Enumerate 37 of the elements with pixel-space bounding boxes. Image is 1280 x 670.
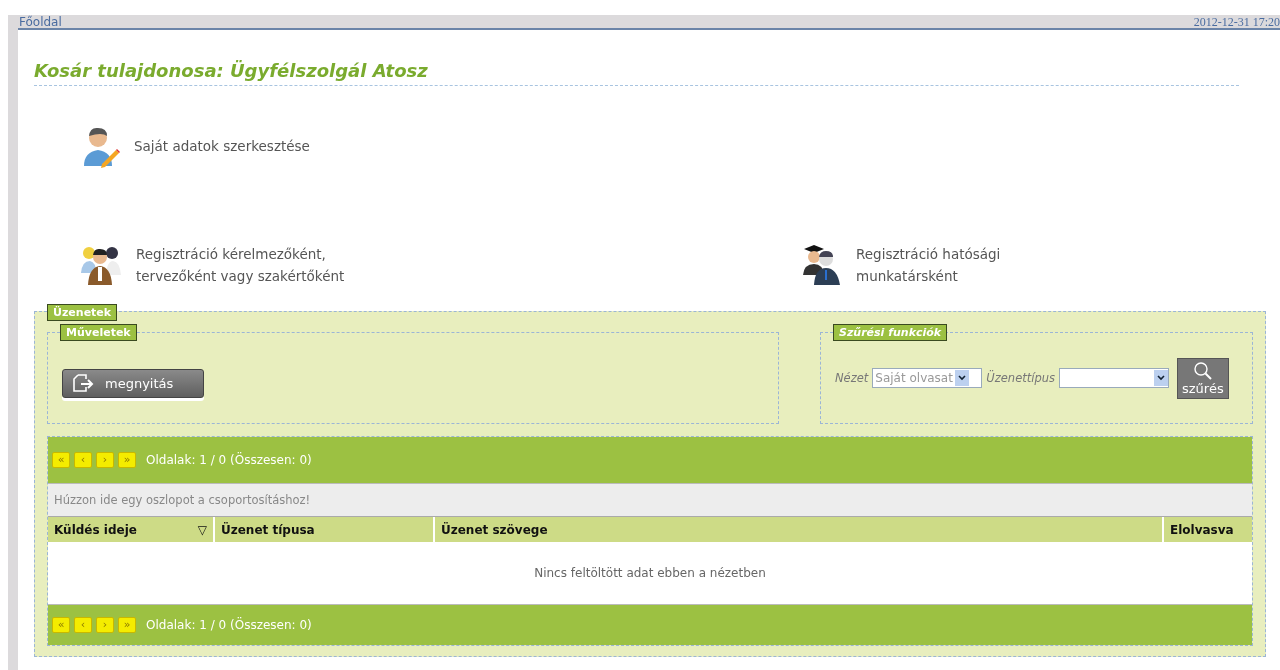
caret-icon <box>1154 370 1168 386</box>
empty-message: Nincs feltöltött adat ebben a nézetben <box>534 566 766 580</box>
column-header[interactable]: Küldés ideje ▽ <box>48 517 213 542</box>
pager-button[interactable]: « <box>52 617 70 633</box>
pager-button[interactable]: › <box>96 452 114 468</box>
pager-button[interactable]: ‹ <box>74 452 92 468</box>
open-icon <box>73 374 95 392</box>
filter-icon[interactable]: ▽ <box>197 522 207 537</box>
field-label: Üzenettípus <box>986 371 1055 385</box>
field-label: Nézet <box>835 371 869 385</box>
panel-legend: Üzenetek <box>47 304 118 321</box>
page-title: Kosár tulajdonosa: Ügyfélszolgál Atosz <box>34 60 1239 86</box>
type-dropdown[interactable] <box>1059 368 1169 388</box>
panel-legend: Szűrési funkciók <box>833 324 948 341</box>
column-header[interactable]: Üzenet szövege <box>435 517 1162 542</box>
view-dropdown[interactable]: Saját olvasat <box>872 368 983 388</box>
search-icon <box>1192 360 1213 381</box>
people-pair-icon <box>800 242 842 287</box>
action-link[interactable]: Saját adatok szerkesztése <box>134 135 310 158</box>
group-hint: Húzzon ide egy oszlopot a csoportosításhoz! <box>54 493 311 507</box>
pager-button[interactable]: › <box>96 617 114 633</box>
pager-button[interactable]: « <box>52 452 70 468</box>
open-button[interactable]: megnyitás <box>62 369 205 398</box>
filter-button[interactable]: szűrés <box>1177 357 1229 399</box>
breadcrumb-link[interactable]: Főoldal <box>18 16 62 28</box>
column-header[interactable]: Elolvasva <box>1164 517 1252 542</box>
action-link[interactable]: Regisztráció kérelmezőként, tervezőként vagy szakértőként <box>136 242 345 287</box>
pager-button[interactable]: ‹ <box>74 617 92 633</box>
panel-legend: Műveletek <box>60 324 137 341</box>
caret-icon <box>954 370 969 386</box>
pager-button[interactable]: » <box>118 617 136 633</box>
pager-text: Oldalak: 1 / 0 (Összesen: 0) <box>146 453 312 467</box>
pager-button[interactable]: » <box>118 452 136 468</box>
date-time: 2012-12-31 17:20 <box>1193 16 1280 28</box>
action-link[interactable]: Regisztráció hatósági munkatársként <box>856 242 1001 287</box>
pager-text: Oldalak: 1 / 0 (Összesen: 0) <box>146 618 312 632</box>
column-header[interactable]: Üzenet típusa <box>215 517 433 542</box>
